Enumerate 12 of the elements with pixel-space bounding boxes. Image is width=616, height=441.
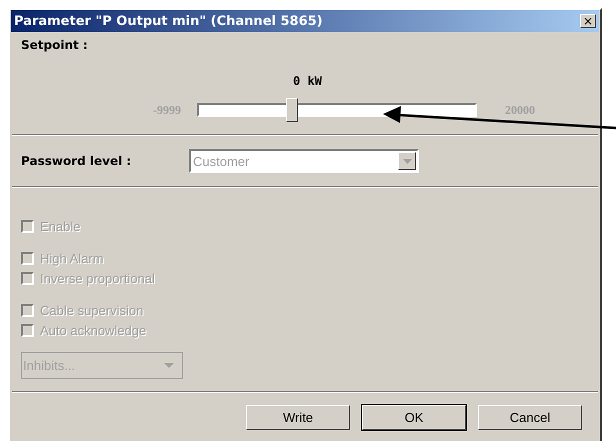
dialog-button[interactable]: Write <box>246 405 350 430</box>
close-button[interactable]: × <box>580 14 596 28</box>
dialog-button[interactable]: Cancel <box>478 405 582 430</box>
dialog-button[interactable]: OK <box>362 405 466 430</box>
setpoint-value: 0 kW <box>293 74 323 88</box>
slider[interactable] <box>197 98 477 122</box>
setpoint-label: Setpoint : <box>21 38 89 52</box>
password-label: Password level : <box>21 154 132 168</box>
caret-icon <box>402 158 412 164</box>
slider-thumb[interactable] <box>286 98 298 122</box>
window-title: Parameter "P Output min" (Channel 5865) <box>14 14 323 28</box>
caret-icon <box>164 363 174 368</box>
